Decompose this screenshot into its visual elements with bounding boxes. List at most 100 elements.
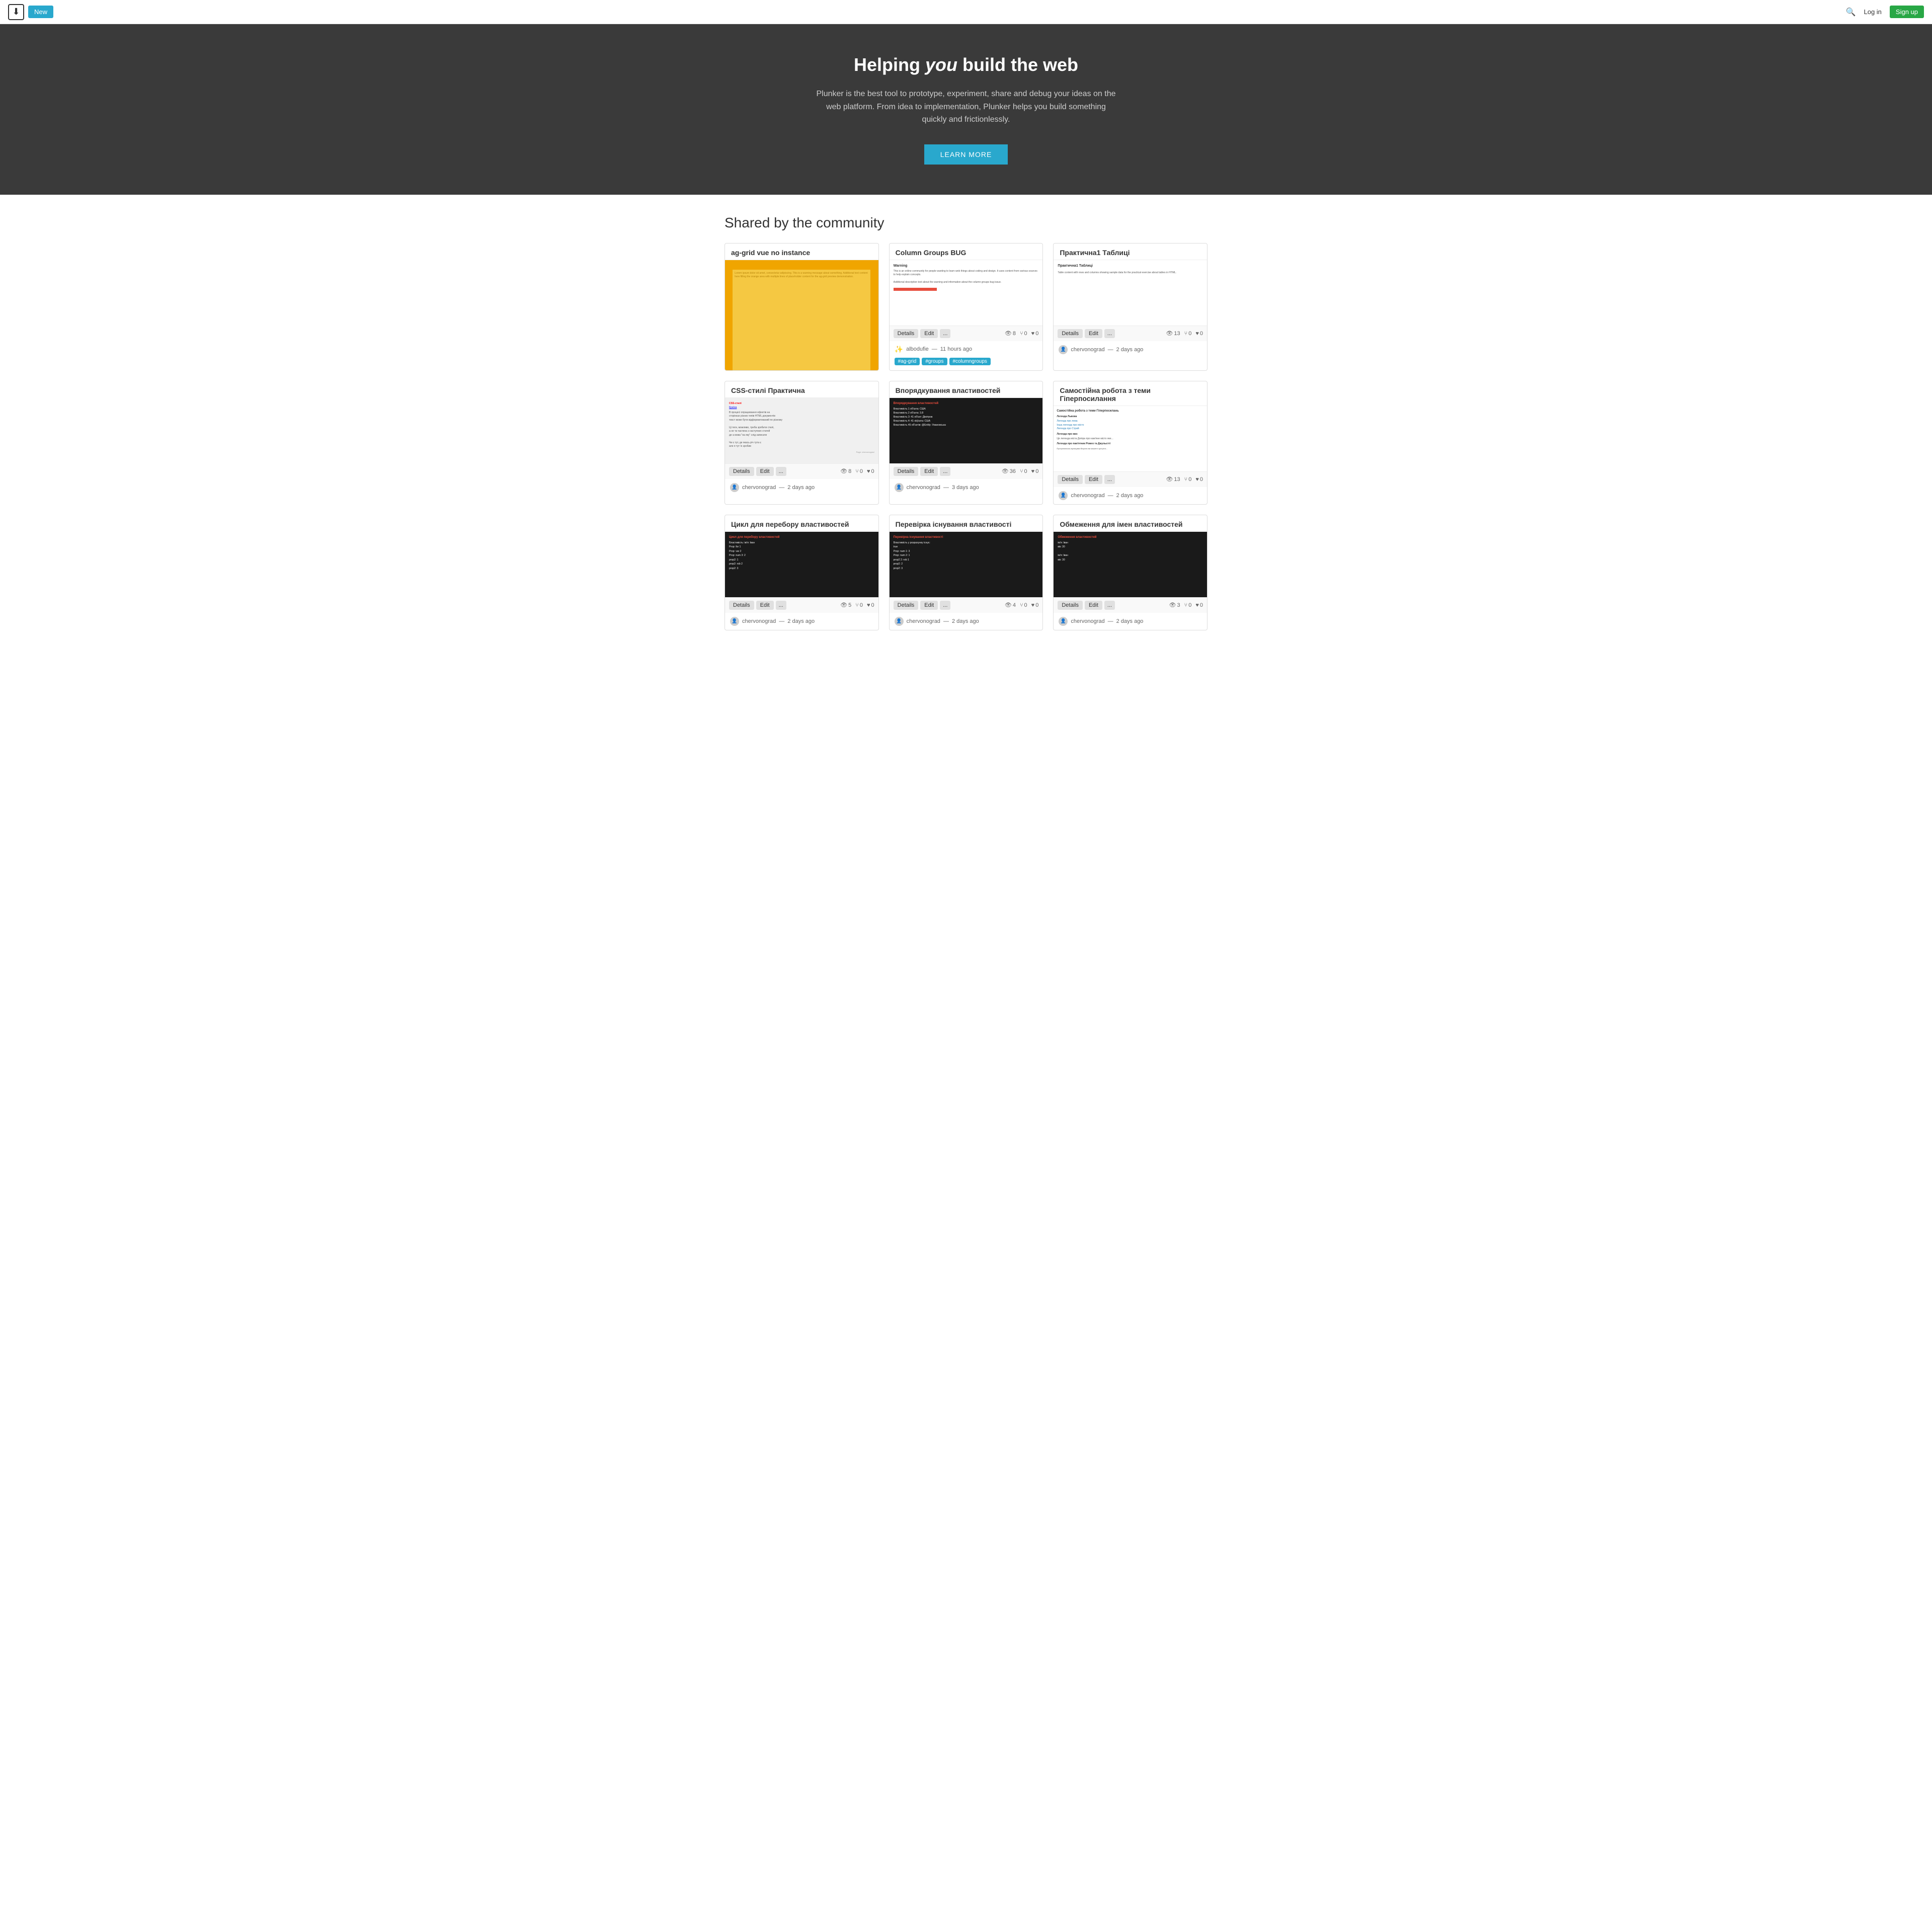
card-tsykl: Цикл для перебору властивостей Цикл для … [725, 515, 879, 630]
card-tablytsi: Практична1 Таблиці Практична1 Таблиці Ta… [1053, 243, 1208, 371]
edit-button[interactable]: Edit [756, 467, 774, 476]
details-button[interactable]: Details [1058, 475, 1083, 484]
card-preview: Самостійна робота з теми Гіперпосилань Л… [1054, 406, 1207, 471]
preview-content: Warning This is an online community for … [890, 260, 1043, 326]
card-preview: Практична1 Таблиці Table content with ro… [1054, 260, 1207, 326]
stats: 👁 8 ⑂ 0 ♥ 0 [1005, 330, 1038, 337]
card-preview: CSS-стилі Країна В процесі опрацювання е… [725, 398, 878, 463]
login-button[interactable]: Log in [1864, 8, 1881, 16]
card-css-styli: CSS-стилі Практична CSS-стилі Країна В п… [725, 381, 879, 505]
post-time: 2 days ago [1116, 347, 1144, 353]
hero-description: Plunker is the best tool to prototype, e… [815, 88, 1117, 126]
card-title: ag-grid vue no instance [725, 244, 878, 260]
details-button[interactable]: Details [729, 467, 754, 476]
views-stat: 👁 8 [1005, 330, 1016, 337]
likes-stat: ♥ 0 [1195, 331, 1203, 337]
card-meta: 👤 chervonograd — 2 days ago [725, 479, 878, 496]
edit-button[interactable]: Edit [920, 601, 938, 610]
more-button[interactable]: ... [1104, 475, 1115, 484]
cards-grid: ag-grid vue no instance Lorem ipsum dolo… [725, 243, 1208, 630]
search-button[interactable]: 🔍 [1846, 7, 1856, 17]
forks-stat: ⑂ 0 [1184, 476, 1192, 482]
details-button[interactable]: Details [1058, 329, 1083, 338]
author-separator: — [779, 618, 784, 624]
details-button[interactable]: Details [894, 467, 919, 476]
card-meta: 👤 chervonograd — 3 days ago [890, 479, 1043, 496]
author-name: chervonograd [907, 485, 940, 491]
card-samostan: Самостійна робота з теми Гіперпосилання … [1053, 381, 1208, 505]
card-meta: 👤 chervonograd — 2 days ago [890, 613, 1043, 630]
stats: 👁 8 ⑂ 0 ♥ 0 [840, 468, 874, 474]
author-name: chervonograd [1071, 618, 1104, 624]
stats: 👁 13 ⑂ 0 ♥ 0 [1166, 476, 1203, 482]
more-button[interactable]: ... [940, 329, 950, 338]
post-time: 2 days ago [1116, 493, 1144, 499]
likes-stat: ♥ 0 [867, 602, 874, 608]
stats: 👁 3 ⑂ 0 ♥ 0 [1169, 602, 1203, 608]
forks-stat: ⑂ 0 [855, 468, 863, 474]
hero-section: Helping you build the web Plunker is the… [0, 24, 1932, 195]
card-title: Самостійна робота з теми Гіперпосилання [1054, 381, 1207, 406]
avatar: 👤 [730, 483, 739, 492]
views-stat: 👁 13 [1166, 476, 1180, 482]
card-meta: 👤 chervonograd — 2 days ago [1054, 487, 1207, 504]
brand-logo-icon: ⬇ [8, 4, 24, 20]
card-title: Практична1 Таблиці [1054, 244, 1207, 260]
author-separator: — [943, 618, 949, 624]
author-name: chervonograd [1071, 347, 1104, 353]
edit-button[interactable]: Edit [920, 467, 938, 476]
more-button[interactable]: ... [1104, 601, 1115, 610]
more-button[interactable]: ... [776, 601, 786, 610]
card-actions: Details Edit ... 👁 13 ⑂ 0 ♥ 0 [1054, 326, 1207, 341]
card-preview: Цикл для перебору властивостей Властивіс… [725, 532, 878, 597]
author-separator: — [943, 485, 949, 491]
community-title: Shared by the community [725, 215, 1208, 231]
tag-item[interactable]: #columngroups [949, 358, 991, 365]
card-title: Перевірка існування властивості [890, 515, 1043, 532]
card-meta: 👤 chervonograd — 2 days ago [1054, 341, 1207, 358]
details-button[interactable]: Details [894, 601, 919, 610]
card-title: Впорядкування властивостей [890, 381, 1043, 398]
stats: 👁 4 ⑂ 0 ♥ 0 [1005, 602, 1038, 608]
views-stat: 👁 3 [1169, 602, 1180, 608]
author-separator: — [779, 485, 784, 491]
card-preview: Warning This is an online community for … [890, 260, 1043, 326]
card-title: Column Groups BUG [890, 244, 1043, 260]
edit-button[interactable]: Edit [1085, 601, 1102, 610]
preview-heading: Практична1 Таблиці [1058, 264, 1203, 268]
avatar: 👤 [1059, 491, 1068, 500]
card-actions: Details Edit ... 👁 3 ⑂ 0 ♥ 0 [1054, 597, 1207, 613]
likes-stat: ♥ 0 [1031, 331, 1039, 337]
avatar: 👤 [730, 617, 739, 626]
card-actions: Details Edit ... 👁 4 ⑂ 0 ♥ 0 [890, 597, 1043, 613]
details-button[interactable]: Details [894, 329, 919, 338]
edit-button[interactable]: Edit [1085, 475, 1102, 484]
more-button[interactable]: ... [940, 467, 950, 476]
more-button[interactable]: ... [1104, 329, 1115, 338]
author-separator: — [1108, 347, 1113, 353]
author-name: chervonograd [742, 485, 776, 491]
details-button[interactable]: Details [1058, 601, 1083, 610]
card-meta: ✨ albodufie — 11 hours ago [890, 341, 1043, 358]
hero-title: Helping you build the web [10, 54, 1922, 75]
more-button[interactable]: ... [776, 467, 786, 476]
preview-content: Практична1 Таблиці Table content with ro… [1054, 260, 1207, 326]
edit-button[interactable]: Edit [756, 601, 774, 610]
tag-item[interactable]: #ag-grid [895, 358, 920, 365]
post-time: 2 days ago [787, 485, 815, 491]
edit-button[interactable]: Edit [1085, 329, 1102, 338]
edit-button[interactable]: Edit [920, 329, 938, 338]
forks-stat: ⑂ 0 [855, 602, 863, 608]
more-button[interactable]: ... [940, 601, 950, 610]
card-preview: Перевірка існування властивості Властиві… [890, 532, 1043, 597]
new-button[interactable]: New [28, 6, 53, 18]
author-separator: — [1108, 618, 1113, 624]
learn-more-button[interactable]: LEARN MORE [924, 144, 1008, 165]
stats: 👁 13 ⑂ 0 ♥ 0 [1166, 330, 1203, 337]
tag-item[interactable]: #groups [922, 358, 947, 365]
signup-button[interactable]: Sign up [1890, 6, 1924, 18]
preview-content: CSS-стилі Країна В процесі опрацювання е… [725, 398, 878, 463]
details-button[interactable]: Details [729, 601, 754, 610]
stats: 👁 5 ⑂ 0 ♥ 0 [840, 602, 874, 608]
card-vporyadkuvannya: Впорядкування властивостей Впорядкування… [889, 381, 1043, 505]
